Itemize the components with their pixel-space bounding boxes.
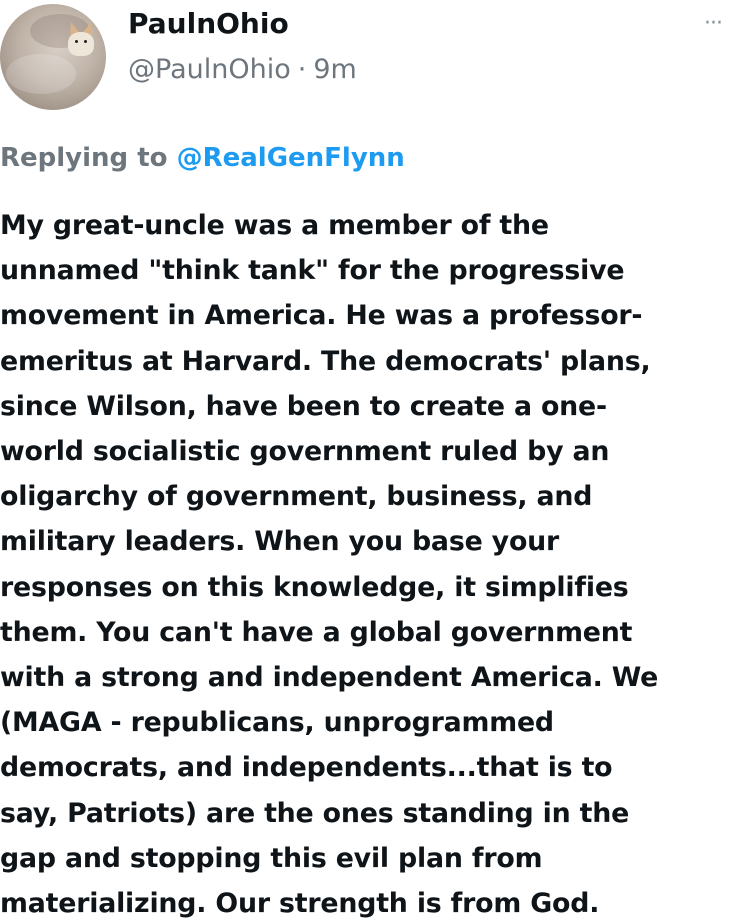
tweet-text-line: gap and stopping this evil plan from: [0, 842, 543, 874]
tweet-text-line: movement in America. He was a professor-: [0, 300, 643, 332]
reply-mention-link[interactable]: @RealGenFlynn: [177, 143, 405, 173]
author-handle[interactable]: @PaulnOhio: [128, 54, 291, 85]
tweet-text-line: them. You can't have a global government: [0, 616, 633, 648]
tweet-text-line: responses on this knowledge, it simplifi…: [0, 571, 629, 603]
avatar-dog-eye: [75, 40, 78, 43]
more-options-icon[interactable]: ···: [704, 13, 736, 35]
tweet-timestamp[interactable]: 9m: [313, 54, 356, 85]
tweet-text: My great-uncle was a member of the unname…: [0, 203, 736, 919]
author-display-name[interactable]: PaulnOhio: [128, 4, 289, 44]
avatar-dog-icon: [68, 32, 94, 56]
tweet-text-line: unnamed "think tank" for the progressive: [0, 255, 625, 287]
avatar-dog-eye: [84, 40, 87, 43]
tweet-text-line: say, Patriots) are the ones standing in …: [0, 797, 630, 829]
replying-to-prefix: Replying to: [0, 143, 168, 173]
tweet-text-line: with a strong and independent America. W…: [0, 662, 659, 694]
tweet-text-line: democrats, and independents...that is to: [0, 752, 613, 784]
tweet-text-line: (MAGA - republicans, unprogrammed: [0, 707, 554, 739]
tweet-text-line: emeritus at Harvard. The democrats' plan…: [0, 345, 651, 377]
meta-separator: ·: [297, 54, 307, 85]
avatar-beanbag-shading: [6, 54, 76, 94]
author-meta: @PaulnOhio · 9m: [128, 50, 357, 90]
tweet-text-line: oligarchy of government, business, and: [0, 481, 593, 513]
tweet-text-line: My great-uncle was a member of the: [0, 210, 549, 241]
tweet-text-line: world socialistic government ruled by an: [0, 436, 610, 468]
tweet-text-line: military leaders. When you base your: [0, 526, 560, 558]
tweet-text-line: since Wilson, have been to create a one-: [0, 390, 607, 422]
avatar[interactable]: [0, 4, 106, 110]
replying-to: Replying to @RealGenFlynn: [0, 140, 405, 176]
tweet-text-line: materializing. Our strength is from God.: [0, 888, 600, 919]
